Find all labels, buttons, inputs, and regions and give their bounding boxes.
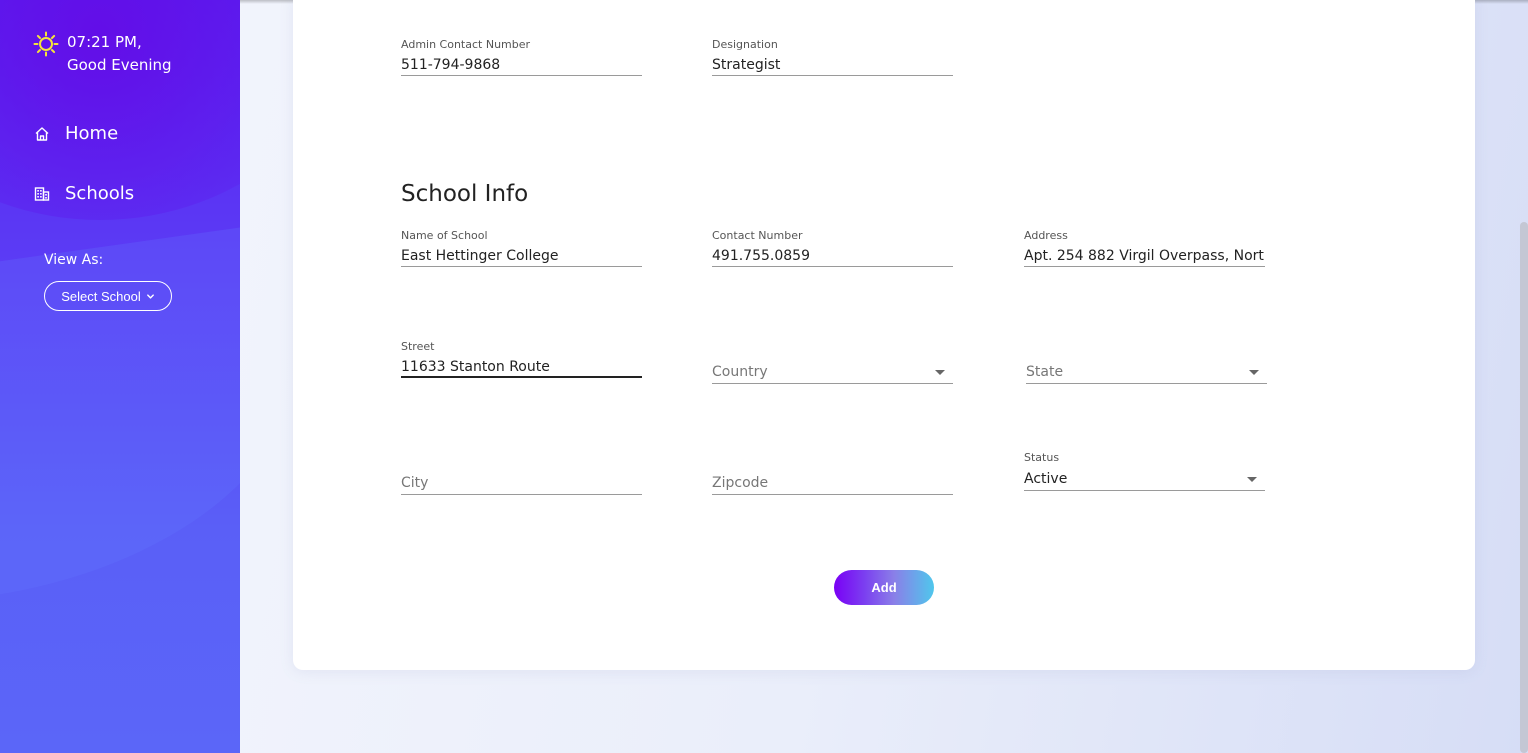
sun-icon bbox=[33, 31, 59, 57]
contact-number-field[interactable]: Contact Number 491.755.0859 bbox=[712, 229, 953, 267]
state-placeholder: State bbox=[1026, 364, 1064, 380]
zipcode-placeholder: Zipcode bbox=[712, 475, 769, 491]
field-label: Street bbox=[401, 340, 435, 353]
state-dropdown[interactable]: State bbox=[1026, 360, 1267, 384]
sidebar-item-schools[interactable]: Schools bbox=[34, 183, 134, 204]
caret-down-icon bbox=[935, 370, 945, 375]
address-field[interactable]: Address Apt. 254 882 Virgil Overpass, No… bbox=[1024, 229, 1265, 267]
sidebar-item-home[interactable]: Home bbox=[34, 123, 118, 144]
field-label: Address bbox=[1024, 229, 1068, 242]
street-field[interactable]: Street 11633 Stanton Route bbox=[401, 340, 642, 378]
status-dropdown[interactable]: Active bbox=[1024, 467, 1265, 491]
status-select[interactable]: Status Active bbox=[1024, 451, 1265, 491]
zipcode-field[interactable]: Zipcode bbox=[712, 471, 953, 495]
time-text: 07:21 PM, bbox=[67, 33, 142, 51]
section-title: School Info bbox=[401, 181, 529, 207]
contact-number-input[interactable]: 491.755.0859 bbox=[712, 245, 953, 267]
add-button[interactable]: Add bbox=[834, 570, 934, 605]
sidebar-item-label: Schools bbox=[65, 183, 135, 204]
home-icon bbox=[35, 126, 49, 141]
designation-input[interactable]: Strategist bbox=[712, 54, 953, 76]
country-dropdown[interactable]: Country bbox=[712, 360, 953, 384]
country-placeholder: Country bbox=[712, 364, 768, 380]
chevron-down-icon bbox=[146, 293, 154, 299]
select-school-label: Select School bbox=[61, 288, 141, 304]
building-icon bbox=[34, 186, 50, 201]
state-select[interactable]: State bbox=[1026, 360, 1267, 384]
city-placeholder: City bbox=[401, 475, 429, 491]
sidebar: 07:21 PM, Good Evening Home Schools View… bbox=[0, 0, 240, 753]
zipcode-input[interactable]: Zipcode bbox=[712, 471, 953, 495]
scrollbar[interactable] bbox=[1520, 222, 1528, 753]
field-label: Status bbox=[1024, 451, 1060, 464]
field-label: Designation bbox=[712, 38, 778, 51]
city-input[interactable]: City bbox=[401, 471, 642, 495]
greeting: 07:21 PM, Good Evening bbox=[33, 31, 172, 77]
field-label: Contact Number bbox=[712, 229, 803, 242]
city-field[interactable]: City bbox=[401, 471, 642, 495]
school-name-input[interactable]: East Hettinger College bbox=[401, 245, 642, 267]
sidebar-item-label: Home bbox=[65, 123, 119, 144]
country-select[interactable]: Country bbox=[712, 360, 953, 384]
caret-down-icon bbox=[1247, 477, 1257, 482]
field-label: Name of School bbox=[401, 229, 488, 242]
greeting-text: Good Evening bbox=[67, 56, 172, 74]
street-input[interactable]: 11633 Stanton Route bbox=[401, 356, 642, 378]
admin-contact-field[interactable]: Admin Contact Number 511-794-9868 bbox=[401, 38, 642, 76]
field-label: Admin Contact Number bbox=[401, 38, 531, 51]
status-value: Active bbox=[1024, 471, 1068, 487]
select-school-dropdown[interactable]: Select School bbox=[44, 281, 172, 311]
address-input[interactable]: Apt. 254 882 Virgil Overpass, North B bbox=[1024, 245, 1265, 267]
view-as-label: View As: bbox=[44, 252, 104, 268]
school-name-field[interactable]: Name of School East Hettinger College bbox=[401, 229, 642, 267]
caret-down-icon bbox=[1249, 370, 1259, 375]
designation-field[interactable]: Designation Strategist bbox=[712, 38, 953, 76]
admin-contact-input[interactable]: 511-794-9868 bbox=[401, 54, 642, 76]
